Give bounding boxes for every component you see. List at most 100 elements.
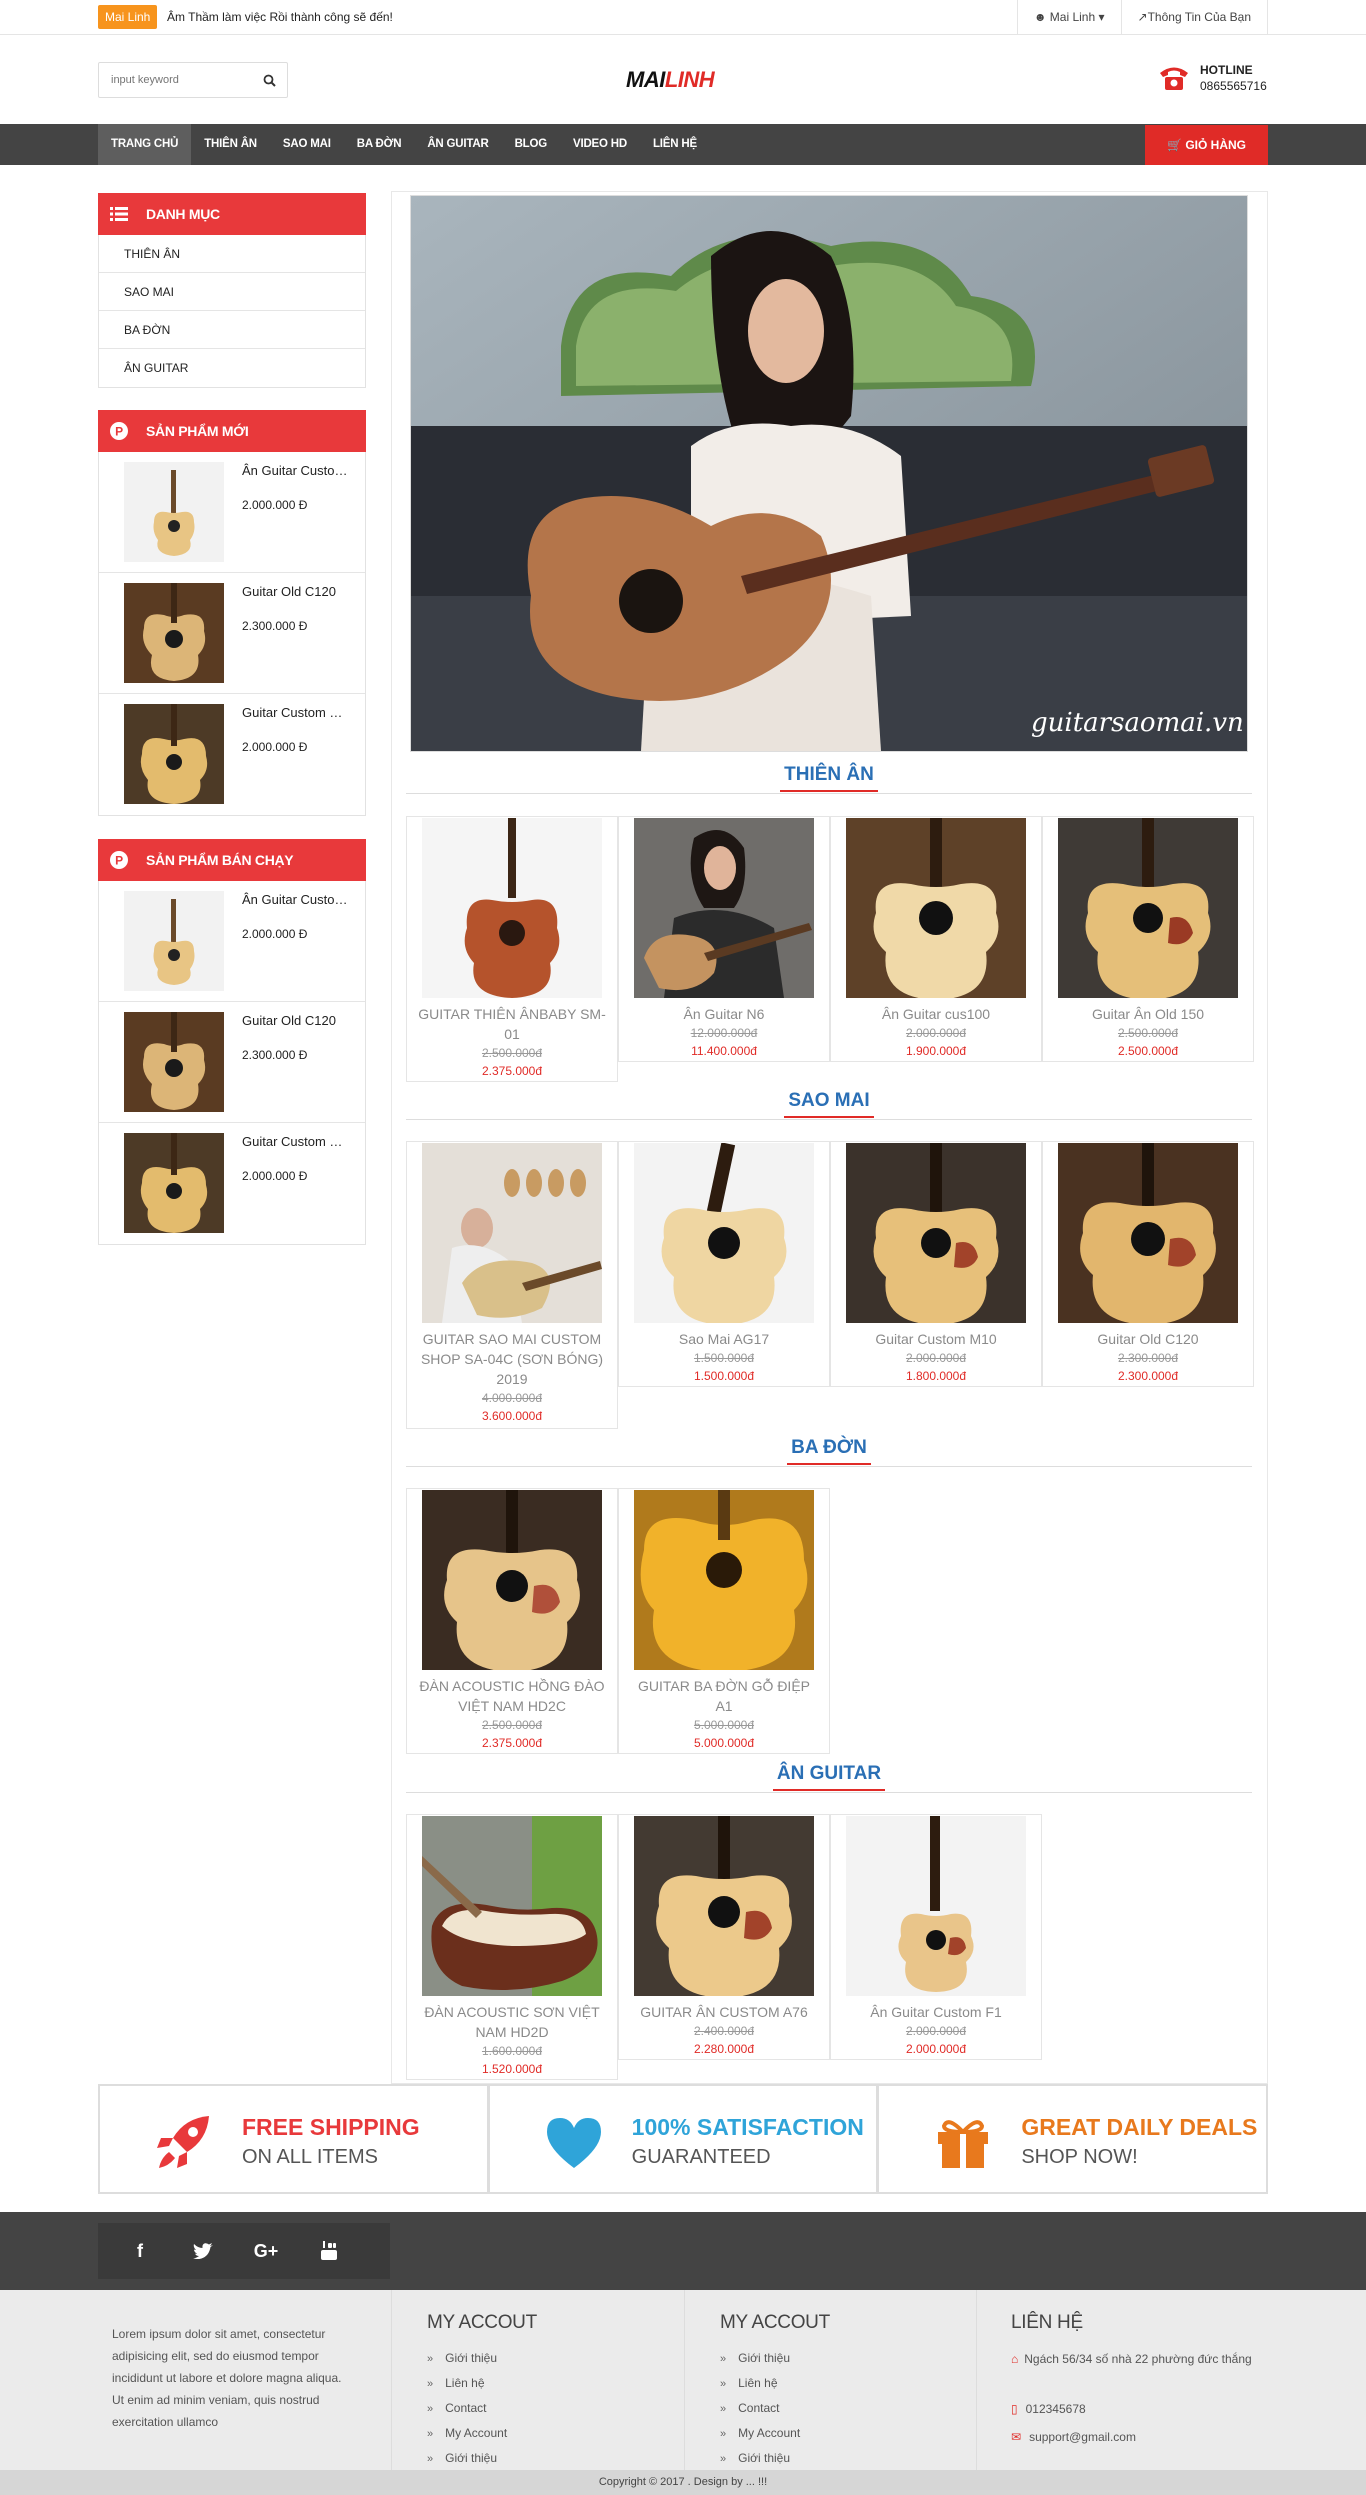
product-thumbnail[interactable]	[124, 891, 224, 991]
category-item[interactable]: SAO MAI	[99, 273, 365, 311]
product-image[interactable]	[634, 1816, 814, 1996]
product-name[interactable]: Sao Mai AG17	[619, 1329, 829, 1349]
footer-link[interactable]: » Liên hệ	[720, 2376, 778, 2390]
site-footer: Lorem ipsum dolor sit amet, consectetur …	[0, 2290, 1366, 2470]
footer-link[interactable]: » My Account	[427, 2426, 507, 2440]
nav-item-home[interactable]: TRANG CHỦ	[98, 124, 192, 165]
product-card[interactable]: Ân Guitar N6 12.000.000đ 11.400.000đ	[618, 816, 830, 1062]
product-image[interactable]	[422, 818, 602, 998]
section-title-text[interactable]: ÂN GUITAR	[772, 1763, 886, 1791]
product-image[interactable]	[846, 1143, 1026, 1323]
footer-link[interactable]: » Giới thiệu	[720, 2351, 790, 2365]
product-name[interactable]: Ân Guitar Custom F1	[242, 892, 352, 907]
sidebar-product[interactable]: Guitar Old C120 2.300.000 Đ	[99, 573, 365, 694]
nav-item-an-guitar[interactable]: ÂN GUITAR	[414, 124, 501, 165]
twitter-icon[interactable]	[185, 2233, 221, 2269]
product-name[interactable]: GUITAR SAO MAI CUSTOM SHOP SA-04C (SƠN B…	[407, 1329, 617, 1389]
product-card[interactable]: ĐÀN ACOUSTIC HỒNG ĐÀO VIỆT NAM HD2C 2.50…	[406, 1488, 618, 1754]
product-thumbnail[interactable]	[124, 462, 224, 562]
product-name[interactable]: Guitar Ân Old 150	[1043, 1004, 1253, 1024]
product-name[interactable]: Ân Guitar Custom F1	[242, 463, 352, 478]
category-item[interactable]: ÂN GUITAR	[99, 349, 365, 387]
product-name[interactable]: Guitar Old C120	[242, 584, 352, 599]
footer-email[interactable]: ✉ support@gmail.com	[1011, 2430, 1136, 2444]
caret-down-icon: ▾	[1098, 10, 1105, 24]
google-plus-icon[interactable]: G+	[248, 2233, 284, 2269]
product-card[interactable]: Sao Mai AG17 1.500.000đ 1.500.000đ	[618, 1141, 830, 1387]
product-image[interactable]	[846, 818, 1026, 998]
section-title-text[interactable]: THIÊN ÂN	[780, 764, 878, 792]
footer-link[interactable]: » Contact	[720, 2401, 779, 2415]
user-menu[interactable]: ☻ Mai Linh ▾	[1016, 0, 1121, 35]
product-image[interactable]	[422, 1490, 602, 1670]
product-image[interactable]	[634, 818, 814, 998]
product-card[interactable]: Ân Guitar Custom F1 2.000.000đ 2.000.000…	[830, 1814, 1042, 2060]
footer-link[interactable]: » Giới thiệu	[427, 2451, 497, 2465]
footer-link[interactable]: » Liên hệ	[427, 2376, 485, 2390]
product-old-price: 2.500.000đ	[481, 1046, 543, 1060]
footer-link[interactable]: » My Account	[720, 2426, 800, 2440]
product-card[interactable]: ĐÀN ACOUSTIC SƠN VIỆT NAM HD2D 1.600.000…	[406, 1814, 618, 2080]
search-input[interactable]	[99, 63, 249, 97]
product-image[interactable]	[422, 1143, 602, 1323]
site-logo[interactable]: MAILINH	[626, 67, 715, 93]
product-name[interactable]: ĐÀN ACOUSTIC SƠN VIỆT NAM HD2D	[407, 2002, 617, 2042]
nav-item-contact[interactable]: LIÊN HỆ	[640, 124, 710, 165]
nav-item-blog[interactable]: BLOG	[502, 124, 560, 165]
product-name[interactable]: Ân Guitar Custom F1	[831, 2002, 1041, 2022]
product-name[interactable]: GUITAR BA ĐỜN GỖ ĐIỆP A1	[619, 1676, 829, 1716]
product-card[interactable]: Guitar Ân Old 150 2.500.000đ 2.500.000đ	[1042, 816, 1254, 1062]
product-image[interactable]	[846, 1816, 1026, 1996]
product-name[interactable]: Guitar Old C120	[242, 1013, 352, 1028]
product-card[interactable]: GUITAR SAO MAI CUSTOM SHOP SA-04C (SƠN B…	[406, 1141, 618, 1429]
product-thumbnail[interactable]	[124, 704, 224, 804]
footer-phone[interactable]: ▯ 012345678	[1011, 2402, 1086, 2416]
product-image[interactable]	[1058, 818, 1238, 998]
product-name[interactable]: GUITAR THIÊN ÂNBABY SM-01	[407, 1004, 617, 1044]
product-name[interactable]: Guitar Custom M10	[831, 1329, 1041, 1349]
facebook-icon[interactable]: f	[122, 2233, 158, 2269]
section-title-text[interactable]: SAO MAI	[784, 1090, 874, 1118]
hero-banner[interactable]: guitarsaomai.vn	[410, 195, 1248, 752]
product-badge-icon: P	[110, 422, 128, 440]
footer-link[interactable]: » Contact	[427, 2401, 486, 2415]
category-item[interactable]: THIÊN ÂN	[99, 235, 365, 273]
cart-button[interactable]: 🛒 GIỎ HÀNG	[1145, 125, 1268, 165]
footer-link[interactable]: » Giới thiệu	[427, 2351, 497, 2365]
product-name[interactable]: GUITAR ÂN CUSTOM A76	[619, 2002, 829, 2022]
product-card[interactable]: Ân Guitar cus100 2.000.000đ 1.900.000đ	[830, 816, 1042, 1062]
sidebar-product[interactable]: Guitar Old C120 2.300.000 Đ	[99, 1002, 365, 1123]
nav-item-ba-don[interactable]: BA ĐỜN	[344, 124, 415, 165]
product-image[interactable]	[422, 1816, 602, 1996]
product-image[interactable]	[634, 1143, 814, 1323]
sidebar-product[interactable]: Ân Guitar Custom F1 2.000.000 Đ	[99, 881, 365, 1002]
account-info-link[interactable]: ↗Thông Tin Của Bạn	[1120, 0, 1268, 35]
category-item[interactable]: BA ĐỜN	[99, 311, 365, 349]
product-card[interactable]: GUITAR THIÊN ÂNBABY SM-01 2.500.000đ 2.3…	[406, 816, 618, 1082]
product-name[interactable]: Ân Guitar cus100	[831, 1004, 1041, 1024]
product-name[interactable]: Guitar Custom M10	[242, 705, 352, 720]
product-name[interactable]: Ân Guitar N6	[619, 1004, 829, 1024]
product-card[interactable]: GUITAR ÂN CUSTOM A76 2.400.000đ 2.280.00…	[618, 1814, 830, 2060]
footer-link[interactable]: » Giới thiệu	[720, 2451, 790, 2465]
nav-item-video[interactable]: VIDEO HD	[560, 124, 640, 165]
product-name[interactable]: Guitar Old C120	[1043, 1329, 1253, 1349]
product-thumbnail[interactable]	[124, 1012, 224, 1112]
product-image[interactable]	[1058, 1143, 1238, 1323]
youtube-icon[interactable]	[311, 2233, 347, 2269]
product-thumbnail[interactable]	[124, 1133, 224, 1233]
product-thumbnail[interactable]	[124, 583, 224, 683]
product-image[interactable]	[634, 1490, 814, 1670]
section-title-text[interactable]: BA ĐỜN	[787, 1437, 871, 1465]
nav-item-sao-mai[interactable]: SAO MAI	[270, 124, 344, 165]
nav-item-thien-an[interactable]: THIÊN ÂN	[191, 124, 270, 165]
product-card[interactable]: GUITAR BA ĐỜN GỖ ĐIỆP A1 5.000.000đ 5.00…	[618, 1488, 830, 1754]
sidebar-product[interactable]: Guitar Custom M10 2.000.000 Đ	[99, 1123, 365, 1244]
sidebar-product[interactable]: Guitar Custom M10 2.000.000 Đ	[99, 694, 365, 815]
product-name[interactable]: Guitar Custom M10	[242, 1134, 352, 1149]
product-name[interactable]: ĐÀN ACOUSTIC HỒNG ĐÀO VIỆT NAM HD2C	[407, 1676, 617, 1716]
sidebar-product[interactable]: Ân Guitar Custom F1 2.000.000 Đ	[99, 452, 365, 573]
product-card[interactable]: Guitar Old C120 2.300.000đ 2.300.000đ	[1042, 1141, 1254, 1387]
product-card[interactable]: Guitar Custom M10 2.000.000đ 1.800.000đ	[830, 1141, 1042, 1387]
search-button[interactable]	[251, 63, 287, 97]
